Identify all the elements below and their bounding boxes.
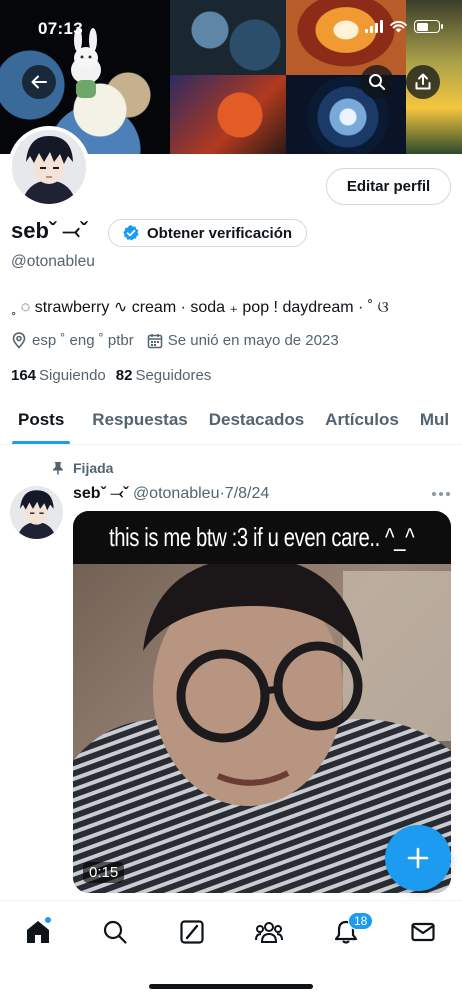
nav-communities[interactable] [247, 915, 291, 949]
notifications-badge: 18 [348, 912, 374, 930]
post-avatar[interactable] [10, 486, 63, 539]
profile-bio: ˳ ◌ strawberry ∿ cream · soda ₊ pop ! da… [11, 299, 389, 316]
communities-icon [255, 922, 283, 943]
search-icon [103, 920, 127, 944]
video-caption: this is me btw :3 if u even care.. ^_^ [109, 522, 415, 552]
joined-item: Se unió en mayo de 2023 [147, 332, 339, 349]
post-author-handle[interactable]: @otonableu [133, 485, 220, 502]
pinned-indicator: Fijada [52, 460, 113, 476]
tab-highlights-label: Destacados [208, 409, 305, 429]
compose-button[interactable] [385, 825, 451, 891]
tab-articles[interactable]: Artículos [325, 395, 399, 444]
profile-tabs: Posts Respuestas Destacados Artículos Mu… [0, 395, 462, 445]
followers-link[interactable]: 82 Seguidores [116, 367, 212, 384]
nav-notifications[interactable]: 18 [324, 912, 374, 949]
joined-text: Se unió en mayo de 2023 [167, 332, 339, 349]
follow-stats: 164 Siguiendo 82 Seguidores [11, 367, 211, 384]
post-date[interactable]: 7/8/24 [225, 485, 269, 502]
plus-icon [407, 847, 429, 869]
profile-handle: @otonableu [11, 253, 95, 270]
status-time: 07:13 [38, 19, 83, 38]
avatar-illustration [12, 130, 86, 204]
search-profile-button[interactable] [360, 65, 394, 99]
get-verified-label: Obtener verificación [147, 224, 293, 242]
wifi-icon [390, 20, 407, 33]
post-author-name[interactable]: sebˇ ⤙ˇ [73, 485, 128, 502]
home-indicator[interactable] [149, 984, 313, 989]
nav-messages[interactable] [401, 915, 445, 949]
get-verified-button[interactable]: Obtener verificación [108, 219, 308, 247]
active-tab-indicator [12, 440, 71, 444]
tab-replies-label: Respuestas [92, 409, 188, 429]
calendar-icon [147, 333, 162, 348]
profile-avatar[interactable] [8, 126, 90, 208]
pinned-label: Fijada [73, 460, 114, 476]
followers-count: 82 [115, 367, 133, 384]
verified-badge-icon [123, 225, 139, 241]
nav-home[interactable] [16, 915, 60, 949]
messages-icon [411, 922, 435, 942]
tab-replies[interactable]: Respuestas [92, 395, 188, 444]
location-item: esp ˚ eng ˚ ptbr [11, 332, 134, 349]
video-duration: 0:15 [83, 862, 125, 883]
nav-search[interactable] [93, 915, 137, 949]
following-link[interactable]: 164 Siguiendo [11, 367, 106, 384]
following-label: Siguiendo [39, 367, 106, 384]
tab-posts[interactable]: Posts [12, 395, 71, 444]
profile-meta: esp ˚ eng ˚ ptbr Se unió en mayo de 2023 [11, 332, 339, 349]
grok-icon [180, 920, 204, 944]
banner-tile-eye [286, 0, 406, 75]
battery-icon [414, 20, 443, 33]
status-icons [365, 20, 443, 33]
more-options-icon[interactable] [432, 492, 450, 496]
tab-highlights[interactable]: Destacados [208, 395, 305, 444]
arrow-left-icon [31, 75, 47, 89]
post-header: sebˇ ⤙ˇ @otonableu·7/8/24 [73, 485, 269, 503]
post-avatar-illustration [10, 486, 63, 539]
nav-grok[interactable] [170, 915, 214, 949]
tab-articles-label: Artículos [325, 409, 399, 429]
edit-profile-button[interactable]: Editar perfil [326, 168, 451, 205]
followers-label: Seguidores [135, 367, 212, 384]
share-button[interactable] [406, 65, 440, 99]
back-button[interactable] [22, 65, 56, 99]
banner-tile-blue [170, 0, 286, 75]
following-count: 164 [11, 367, 37, 384]
profile-name: sebˇ ⤙ˇ [11, 218, 88, 243]
video-caption-bar: this is me btw :3 if u even care.. ^_^ [73, 511, 451, 564]
pin-icon [53, 462, 63, 475]
home-unread-dot [44, 916, 52, 924]
location-text: esp ˚ eng ˚ ptbr [32, 332, 134, 349]
share-icon [415, 73, 431, 90]
search-icon [369, 74, 385, 90]
tab-media[interactable]: Mul [419, 395, 450, 444]
tab-media-label: Mul [419, 409, 450, 429]
signal-icon [365, 20, 383, 33]
banner-tile-red [170, 75, 286, 154]
tab-posts-label: Posts [18, 409, 65, 429]
location-pin-icon [12, 332, 26, 349]
